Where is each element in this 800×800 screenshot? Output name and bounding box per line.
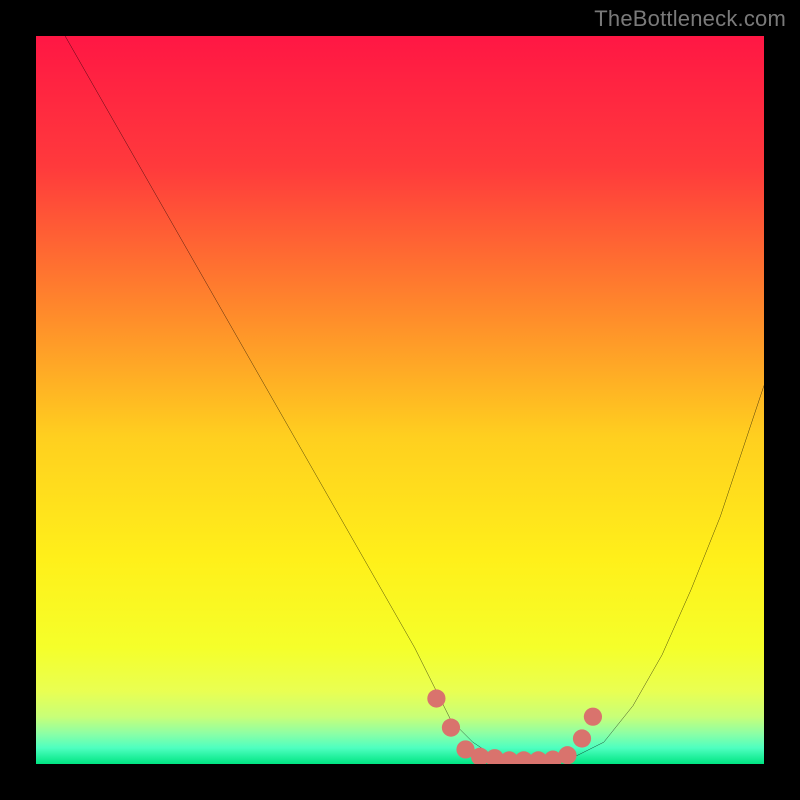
valley-marker <box>573 729 591 747</box>
bottleneck-curve <box>65 36 764 760</box>
watermark-label: TheBottleneck.com <box>594 6 786 32</box>
valley-marker <box>427 689 445 707</box>
valley-marker <box>584 708 602 726</box>
chart-svg <box>36 36 764 764</box>
chart-frame: TheBottleneck.com <box>0 0 800 800</box>
valley-marker <box>442 719 460 737</box>
plot-area <box>36 36 764 764</box>
valley-markers <box>427 689 602 764</box>
valley-marker <box>558 746 576 764</box>
